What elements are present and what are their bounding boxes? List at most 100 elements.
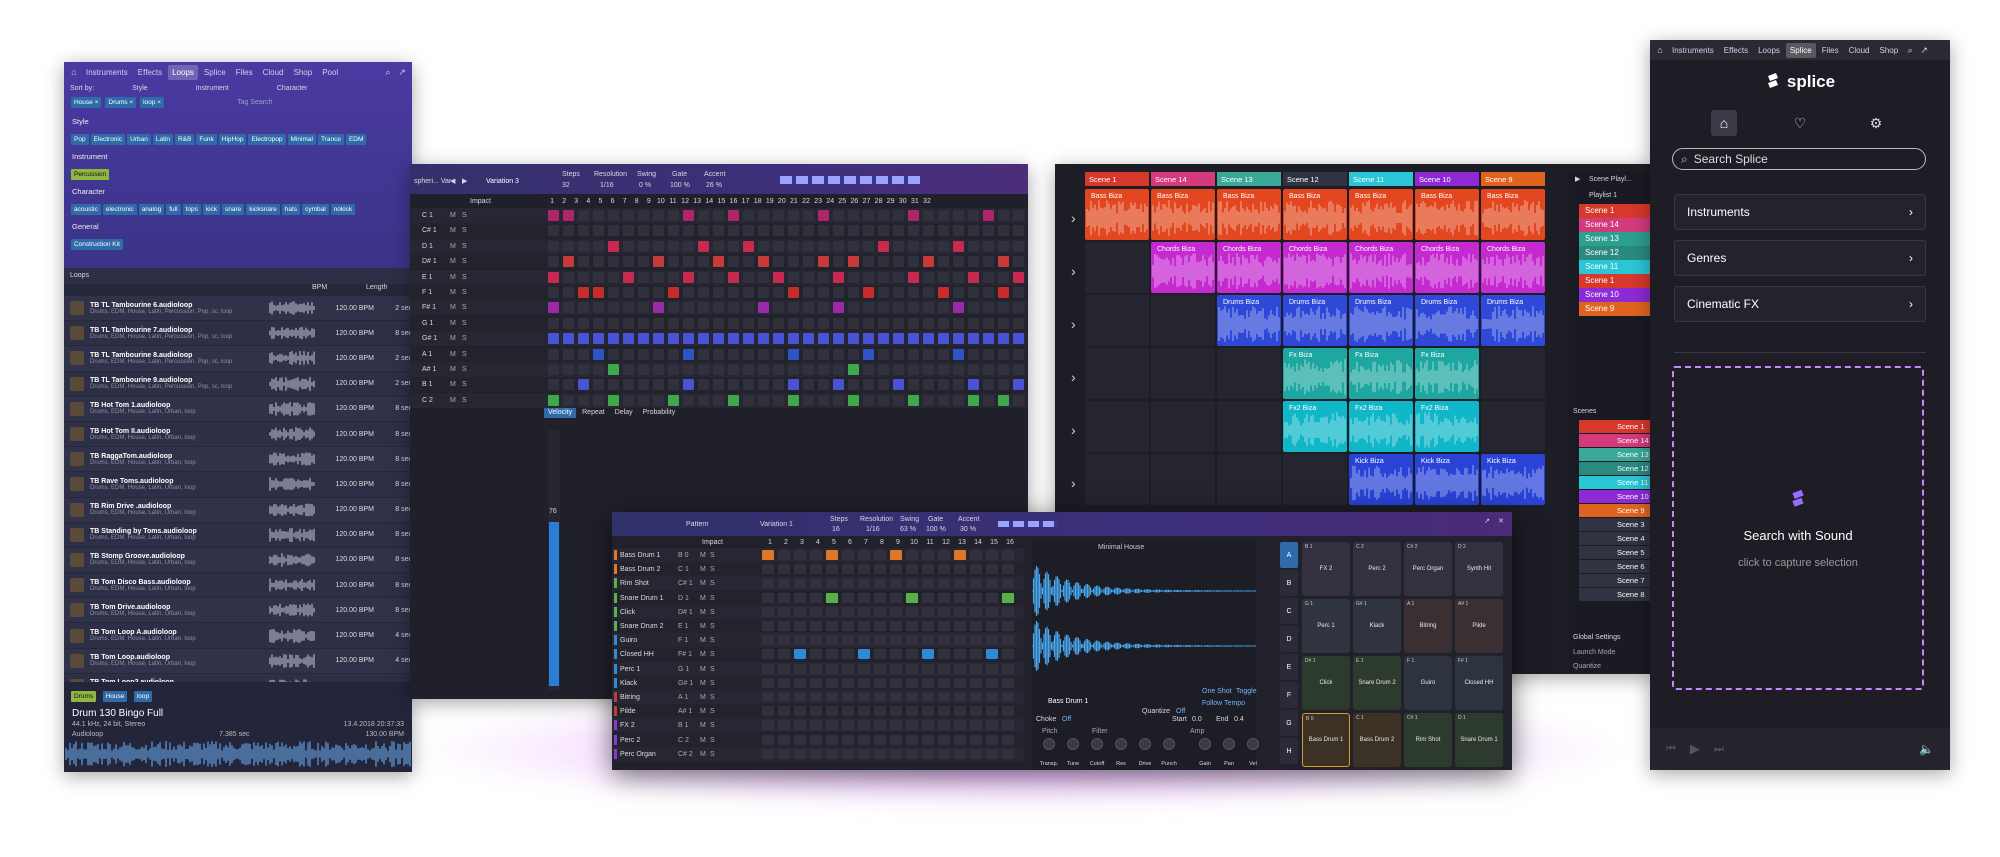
step-cell[interactable] [788,379,799,391]
instrument-name[interactable]: Bitring [620,694,640,701]
lane-tab-probability[interactable]: Probability [639,408,680,418]
drum-step-cell[interactable] [794,692,806,702]
step-cell[interactable] [1013,317,1024,329]
step-cell[interactable] [803,379,814,391]
step-cell[interactable] [863,364,874,375]
drum-step-cell[interactable] [874,649,886,660]
step-cell[interactable] [743,271,754,283]
drum-step-cell[interactable] [778,550,790,560]
empty-clip-slot[interactable] [1217,454,1281,505]
step-cell[interactable] [683,256,694,268]
instrument-name[interactable]: Perc 2 [620,737,640,744]
step-cell[interactable] [773,240,784,252]
drum-pad[interactable]: D# 1 Click [1302,656,1350,710]
list-item[interactable]: TB Tom Drive.audioloop Drums, EDM, House,… [64,598,412,624]
solo-button[interactable]: S [710,580,715,587]
step-cell[interactable] [773,364,784,375]
tag-chip[interactable]: Pop [71,134,89,145]
empty-clip-slot[interactable] [1283,454,1347,505]
drum-step-cell[interactable] [842,578,854,589]
step-cell[interactable] [998,394,1009,406]
step-cell[interactable] [578,379,589,391]
step-cell[interactable] [713,210,724,221]
end-value[interactable]: 0.4 [1234,716,1244,723]
mute-button[interactable]: M [700,737,706,744]
list-item[interactable]: TB Tom Loop A.audioloop Drums, EDM, House… [64,623,412,649]
knob[interactable]: Cutoff [1086,736,1108,770]
drum-step-cell[interactable] [922,734,934,745]
drum-step-cell[interactable] [778,621,790,631]
step-cell[interactable] [683,348,694,360]
drum-step-cell[interactable] [810,578,822,589]
drum-step-cell[interactable] [986,635,998,646]
step-cell[interactable] [848,364,859,375]
drum-step-cell[interactable] [890,663,902,674]
step-cell[interactable] [728,210,739,221]
step-cell[interactable] [818,210,829,221]
solo-button[interactable]: S [710,708,715,715]
drum-step-cell[interactable] [842,592,854,603]
drum-step-cell[interactable] [938,550,950,560]
tag-chip[interactable]: acoustic [71,204,101,215]
step-cell[interactable] [758,225,769,237]
drum-step-cell[interactable] [986,692,998,702]
step-cell[interactable] [698,210,709,221]
step-cell[interactable] [803,210,814,221]
drum-pad[interactable]: A 1 Bitring [1404,599,1452,653]
step-cell[interactable] [578,302,589,314]
tab-splice[interactable]: Splice [200,65,230,80]
step-cell[interactable] [548,379,559,391]
drum-step-cell[interactable] [842,677,854,688]
list-item[interactable]: TB TL Tambourine 7.audioloop Drums, EDM, … [64,321,412,347]
drum-step-cell[interactable] [794,564,806,575]
filter-chip-drums[interactable]: Drums × [105,97,137,108]
instrument-name[interactable]: Guiro [620,637,637,644]
step-cell[interactable] [713,225,724,237]
step-cell[interactable] [593,240,604,252]
step-cell[interactable] [833,256,844,268]
solo-button[interactable]: S [462,335,467,342]
step-cell[interactable] [758,210,769,221]
step-cell[interactable] [788,348,799,360]
lane-tab-delay[interactable]: Delay [611,408,637,418]
step-cell[interactable] [548,302,559,314]
empty-clip-slot[interactable] [1151,454,1215,505]
expand-icon[interactable]: ↗ [1918,45,1930,56]
drum-step-cell[interactable] [810,720,822,731]
tag-chip[interactable]: cymbal [302,204,329,215]
step-cell[interactable] [863,240,874,252]
step-cell[interactable] [1013,333,1024,345]
drum-step-cell[interactable] [762,621,774,631]
drum-step-cell[interactable] [794,635,806,646]
step-cell[interactable] [953,333,964,345]
drum-step-cell[interactable] [794,649,806,660]
drum-step-cell[interactable] [986,720,998,731]
solo-button[interactable]: S [462,304,467,311]
step-cell[interactable] [593,225,604,237]
drum-step-cell[interactable] [874,663,886,674]
drum-step-cell[interactable] [794,677,806,688]
lane-tab-velocity[interactable]: Velocity [544,408,577,418]
instrument-name[interactable]: Pilde [620,708,636,715]
drum-step-cell[interactable] [890,592,902,603]
drum-pad[interactable]: E 1 Snare Drum 2 [1353,656,1401,710]
drum-step-cell[interactable] [810,606,822,617]
solo-button[interactable]: S [462,274,467,281]
step-cell[interactable] [563,364,574,375]
drum-step-cell[interactable] [922,606,934,617]
empty-clip-slot[interactable] [1217,401,1281,452]
step-cell[interactable] [608,394,619,406]
chip-house[interactable]: House [102,691,128,702]
step-cell[interactable] [728,240,739,252]
step-cell[interactable] [983,379,994,391]
drum-step-cell[interactable] [890,734,902,745]
drum-step-cell[interactable] [938,578,950,589]
drum-step-cell[interactable] [906,550,918,560]
row-launch-icon[interactable]: › [1071,317,1076,331]
mute-button[interactable]: M [450,304,456,311]
drum-step-cell[interactable] [762,592,774,603]
clip[interactable]: Drums Biza [1283,295,1347,346]
step-cell[interactable] [548,287,559,298]
drum-step-cell[interactable] [874,550,886,560]
tab-cloud[interactable]: Cloud [1845,43,1874,58]
